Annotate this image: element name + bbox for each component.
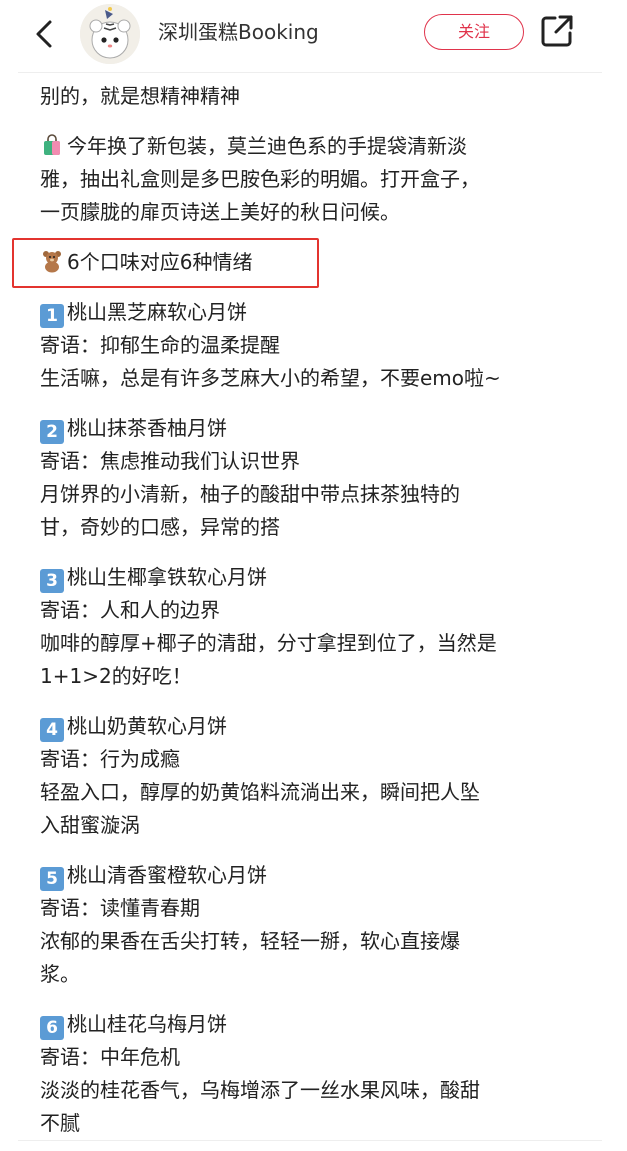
packaging-line: 今年换了新包装，莫兰迪色系的手提袋清新淡	[40, 130, 600, 163]
flavor-message: 寄语：中年危机	[40, 1045, 180, 1069]
flavor-message: 寄语：人和人的边界	[40, 598, 220, 622]
top-bar: 深圳蛋糕Booking 关注	[0, 0, 627, 70]
flavor-title: 4 桃山奶黄软心月饼	[40, 710, 600, 743]
number-badge: 3	[40, 569, 64, 593]
flavor-desc: 入甜蜜漩涡	[40, 813, 140, 837]
packaging-line: 一页朦胧的扉页诗送上美好的秋日问候。	[40, 200, 400, 224]
flavor-message: 寄语：读懂青春期	[40, 896, 200, 920]
share-button[interactable]	[540, 14, 574, 48]
flavor-title: 2 桃山抹茶香柚月饼	[40, 412, 600, 445]
flavor-desc: 月饼界的小清新，柚子的酸甜中带点抹茶独特的	[40, 482, 460, 506]
share-icon	[541, 15, 573, 47]
number-badge: 2	[40, 420, 64, 444]
flavor-message: 寄语：抑郁生命的温柔提醒	[40, 333, 280, 357]
packaging-line: 雅，抽出礼盒则是多巴胺色彩的明媚。打开盒子，	[40, 167, 480, 191]
teddy-bear-icon	[40, 249, 64, 283]
intro-line: 别的，就是想精神精神	[40, 84, 240, 108]
flavor-title: 5 桃山清香蜜橙软心月饼	[40, 859, 600, 892]
shopping-bag-icon	[40, 133, 64, 167]
flavor-desc: 淡淡的桂花香气，乌梅增添了一丝水果风味，酸甜	[40, 1078, 480, 1102]
account-name[interactable]: 深圳蛋糕Booking	[158, 18, 319, 46]
flavor-name: 桃山桂花乌梅月饼	[67, 1012, 227, 1036]
flavor-name: 桃山黑芝麻软心月饼	[67, 300, 247, 324]
flavor-desc: 浆。	[40, 962, 80, 986]
flavor-desc: 1+1>2的好吃！	[40, 664, 192, 688]
back-arrow-icon	[36, 20, 52, 48]
number-badge: 1	[40, 304, 64, 328]
flavor-desc: 咖啡的醇厚+椰子的清甜，分寸拿捏到位了，当然是	[40, 631, 497, 655]
bottom-divider	[18, 1140, 602, 1141]
flavor-name: 桃山清香蜜橙软心月饼	[67, 863, 267, 887]
header-divider	[18, 72, 602, 73]
flavor-title: 3 桃山生椰拿铁软心月饼	[40, 561, 600, 594]
number-badge: 6	[40, 1016, 64, 1040]
flavor-title: 1 桃山黑芝麻软心月饼	[40, 296, 600, 329]
post-content: 别的，就是想精神精神 今年换了新包装，莫兰迪色系的手提袋清新淡 雅，抽出礼盒则是…	[40, 80, 600, 1140]
flavors-heading: 6个口味对应6种情绪	[40, 246, 600, 279]
flavor-name: 桃山生椰拿铁软心月饼	[67, 565, 267, 589]
flavor-desc: 浓郁的果香在舌尖打转，轻轻一掰，软心直接爆	[40, 929, 460, 953]
flavor-message: 寄语：行为成瘾	[40, 747, 180, 771]
tiger-avatar-icon	[80, 4, 140, 64]
follow-button[interactable]: 关注	[424, 14, 524, 50]
flavor-message: 寄语：焦虑推动我们认识世界	[40, 449, 300, 473]
flavor-desc: 不腻	[40, 1111, 80, 1135]
flavor-desc: 甘，奇妙的口感，异常的搭	[40, 515, 280, 539]
back-button[interactable]	[30, 14, 66, 54]
flavor-name: 桃山奶黄软心月饼	[67, 714, 227, 738]
number-badge: 5	[40, 867, 64, 891]
packaging-text: 今年换了新包装，莫兰迪色系的手提袋清新淡	[67, 134, 467, 158]
flavor-desc: 生活嘛，总是有许多芝麻大小的希望，不要emo啦~	[40, 366, 501, 390]
flavor-title: 6 桃山桂花乌梅月饼	[40, 1008, 600, 1041]
flavors-heading-text: 6个口味对应6种情绪	[67, 250, 253, 274]
flavor-name: 桃山抹茶香柚月饼	[67, 416, 227, 440]
number-badge: 4	[40, 718, 64, 742]
flavor-desc: 轻盈入口，醇厚的奶黄馅料流淌出来，瞬间把人坠	[40, 780, 480, 804]
avatar[interactable]	[80, 4, 140, 64]
